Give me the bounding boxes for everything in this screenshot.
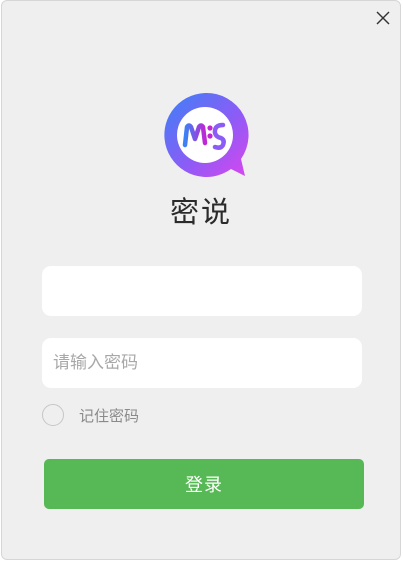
app-title: 密说 <box>169 195 232 229</box>
close-button[interactable] <box>372 7 394 29</box>
chat-bubble-logo-icon <box>164 92 249 177</box>
login-window: 密说 记住密码 登录 <box>1 0 401 560</box>
remember-password-label: 记住密码 <box>79 406 140 425</box>
username-input[interactable] <box>42 266 362 316</box>
remember-password-checkbox[interactable] <box>42 404 64 426</box>
close-icon <box>376 11 390 25</box>
login-button[interactable]: 登录 <box>44 459 364 509</box>
password-input[interactable] <box>42 338 362 388</box>
remember-password-toggle[interactable]: 记住密码 <box>42 402 139 428</box>
